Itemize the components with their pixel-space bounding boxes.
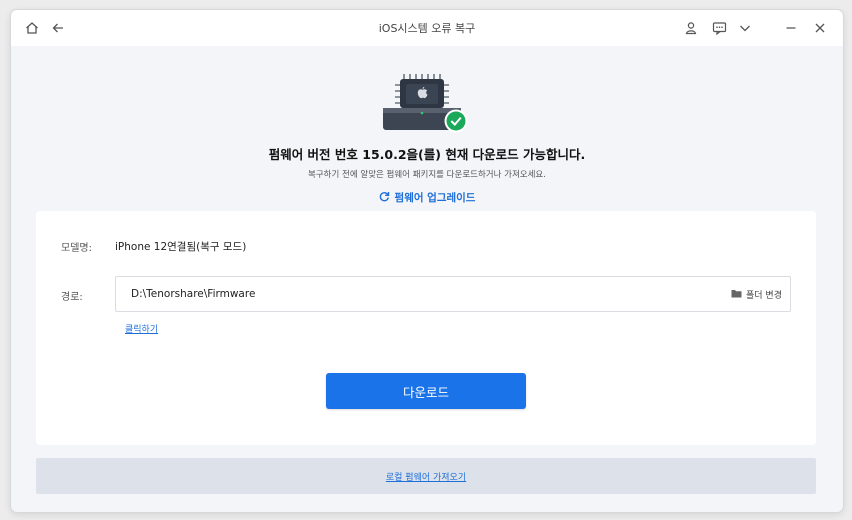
path-label: 경로:: [61, 292, 83, 303]
open-folder-link[interactable]: 클릭하기: [125, 322, 158, 335]
footer-bar: 로컬 펌웨어 가져오기: [36, 458, 816, 494]
firmware-download-panel: 모델명: iPhone 12연결됨(복구 모드) 경로: D:\Tenorsha…: [36, 211, 816, 445]
chevron-down-icon[interactable]: [736, 19, 754, 37]
import-local-firmware-link[interactable]: 로컬 펌웨어 가져오기: [386, 470, 466, 483]
firmware-upgrade-label: 펌웨어 업그레이드: [394, 192, 476, 204]
account-icon[interactable]: [682, 19, 700, 37]
path-value: D:\Tenorshare\Firmware: [131, 288, 256, 300]
model-value: iPhone 12연결됨(복구 모드): [115, 241, 247, 253]
minimize-icon[interactable]: [782, 19, 800, 37]
folder-icon: [731, 289, 742, 301]
download-button[interactable]: 다운로드: [326, 373, 526, 409]
app-window: iOS시스템 오류 복구 펌웨어 버전 번호 15.0.2을(를) 현재 다운로…: [11, 10, 843, 512]
chip-with-checkmark-icon: [382, 70, 472, 150]
close-icon[interactable]: [811, 19, 829, 37]
firmware-available-heading: 펌웨어 버전 번호 15.0.2을(를) 현재 다운로드 가능합니다.: [268, 147, 586, 162]
change-folder-button[interactable]: 폴더 변경: [731, 288, 782, 301]
model-label: 모델명:: [61, 243, 92, 254]
title-bar: iOS시스템 오류 복구: [11, 10, 843, 46]
change-folder-label: 폴더 변경: [746, 291, 782, 301]
instruction-text: 복구하기 전에 알맞은 펌웨어 패키지를 다운로드하거나 가져오세요.: [308, 170, 546, 180]
refresh-icon: [379, 191, 390, 205]
firmware-upgrade-link[interactable]: 펌웨어 업그레이드: [11, 190, 843, 205]
message-icon[interactable]: [710, 19, 728, 37]
path-field[interactable]: D:\Tenorshare\Firmware 폴더 변경: [115, 276, 791, 312]
